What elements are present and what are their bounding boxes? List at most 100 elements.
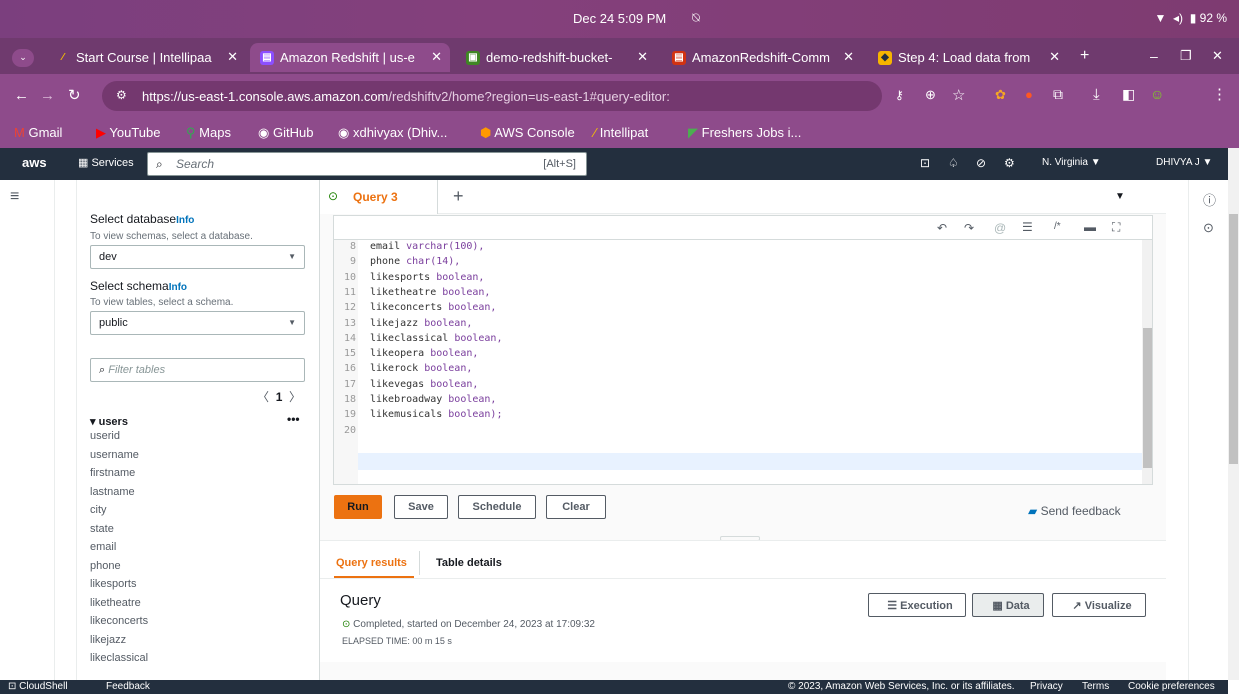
feedback-link[interactable]: Feedback xyxy=(106,681,150,692)
next-page-icon[interactable]: 〉 xyxy=(289,390,301,404)
column-item[interactable]: phone xyxy=(90,560,121,572)
send-feedback-link[interactable]: ▰ Send feedback xyxy=(1028,504,1121,518)
minimize-icon[interactable]: – xyxy=(1150,48,1158,64)
editor-scrollbar[interactable] xyxy=(1142,240,1152,484)
profile-avatar[interactable]: ☺ xyxy=(1150,86,1164,102)
notifications-off-icon[interactable]: ⍉ xyxy=(692,10,700,26)
search-input[interactable]: ⌕ Search [Alt+S] xyxy=(147,152,587,176)
info-link[interactable]: Info xyxy=(176,215,194,226)
notifications-bell-icon[interactable]: ♤ xyxy=(948,156,959,170)
bookmark-aws-console[interactable]: ⬢ AWS Console xyxy=(480,125,575,141)
filter-tables-input[interactable]: ⌕ Filter tables xyxy=(90,358,305,382)
column-item[interactable]: userid xyxy=(90,430,120,442)
code-line[interactable]: likeconcerts boolean, xyxy=(370,302,496,313)
close-tab-icon[interactable]: ✕ xyxy=(1049,49,1060,65)
code-line[interactable]: liketheatre boolean, xyxy=(370,287,490,298)
reload-icon[interactable]: ↻ xyxy=(68,86,81,104)
side-panel-icon[interactable]: ◧ xyxy=(1122,86,1135,103)
column-item[interactable]: likejazz xyxy=(90,634,126,646)
extensions-puzzle-icon[interactable]: ⧉ xyxy=(1053,86,1063,103)
tab-search-icon[interactable]: ⌄ xyxy=(12,49,34,67)
system-status[interactable]: ▼ ◂) ▮ 92 % xyxy=(1154,11,1227,25)
scrollbar-thumb[interactable] xyxy=(1143,328,1152,468)
browser-menu-icon[interactable]: ⋮ xyxy=(1212,85,1227,103)
cloudshell-icon[interactable]: ⊡ xyxy=(920,156,930,170)
restore-icon[interactable]: ❐ xyxy=(1180,48,1192,64)
download-icon[interactable]: ⤓ xyxy=(1093,86,1100,103)
data-button[interactable]: ▦ Data xyxy=(972,593,1044,617)
bookmark-github[interactable]: ◉ GitHub xyxy=(258,125,313,141)
cookie-preferences-link[interactable]: Cookie preferences xyxy=(1128,681,1215,692)
cloudshell-link[interactable]: ⊡ CloudShell xyxy=(8,681,68,692)
comment-icon[interactable]: /* xyxy=(1054,221,1061,232)
forward-icon[interactable]: → xyxy=(40,87,55,104)
bookmark-star-icon[interactable]: ☆ xyxy=(952,86,965,104)
code-line[interactable]: likerock boolean, xyxy=(370,363,472,374)
close-tab-icon[interactable]: ✕ xyxy=(843,49,854,65)
undo-icon[interactable]: ↶ xyxy=(937,221,947,235)
tab-s3-bucket[interactable]: ▣ demo-redshift-bucket- ✕ xyxy=(456,43,656,72)
column-item[interactable]: lastname xyxy=(90,486,135,498)
redo-icon[interactable]: ↷ xyxy=(964,221,974,235)
info-circle-icon[interactable]: ⓘ xyxy=(1203,190,1216,209)
more-actions-icon[interactable]: ••• xyxy=(287,412,300,426)
privacy-link[interactable]: Privacy xyxy=(1030,681,1063,692)
bookmark-maps[interactable]: ⚲ Maps xyxy=(186,125,231,141)
bookmark-gmail[interactable]: M Gmail xyxy=(14,125,62,140)
at-icon[interactable]: @ xyxy=(994,221,1006,235)
tab-menu-caret-icon[interactable]: ▼ xyxy=(1115,191,1125,202)
settings-gear-icon[interactable]: ⚙ xyxy=(1004,156,1015,170)
bookmark-intellipat[interactable]: ⁄ Intellipat xyxy=(594,125,648,140)
column-item[interactable]: city xyxy=(90,504,107,516)
services-menu[interactable]: ▦ Services xyxy=(78,156,134,169)
bookmark-youtube[interactable]: ▶ YouTube xyxy=(96,125,160,141)
bookmark-freshers-jobs[interactable]: ◤ Freshers Jobs i... xyxy=(688,125,801,141)
account-menu[interactable]: DHIVYA J ▼ xyxy=(1156,157,1212,168)
code-line[interactable] xyxy=(370,425,376,436)
format-icon[interactable]: ☰ xyxy=(1022,220,1033,234)
schema-select[interactable]: public ▼ xyxy=(90,311,305,335)
aws-logo[interactable]: aws xyxy=(22,155,47,170)
extension-icon[interactable]: ✿ xyxy=(995,87,1006,103)
zoom-icon[interactable]: ⊕ xyxy=(925,87,936,103)
code-line[interactable]: email varchar(100), xyxy=(370,241,484,252)
terms-link[interactable]: Terms xyxy=(1082,681,1109,692)
column-item[interactable]: liketheatre xyxy=(90,597,141,609)
region-selector[interactable]: N. Virginia ▼ xyxy=(1042,157,1101,168)
code-line[interactable]: likebroadway boolean, xyxy=(370,394,496,405)
back-icon[interactable]: ← xyxy=(14,87,29,104)
tab-redshift-comm[interactable]: ▤ AmazonRedshift-Comm ✕ xyxy=(662,43,862,72)
tab-intellipaat[interactable]: ⁄ Start Course | Intellipaa ✕ xyxy=(46,43,246,72)
fullscreen-icon[interactable]: ⛶ xyxy=(1112,220,1120,235)
close-window-icon[interactable]: ✕ xyxy=(1212,48,1223,64)
code-line[interactable]: likevegas boolean, xyxy=(370,379,478,390)
visualize-button[interactable]: ↗ Visualize xyxy=(1052,593,1146,617)
history-clock-icon[interactable]: ⊙ xyxy=(1203,220,1214,236)
code-line[interactable]: likejazz boolean, xyxy=(370,318,472,329)
code-line[interactable]: likeopera boolean, xyxy=(370,348,478,359)
code-line[interactable]: phone char(14), xyxy=(370,256,460,267)
page-scrollbar[interactable] xyxy=(1228,148,1239,680)
column-item[interactable]: email xyxy=(90,541,116,553)
extension-shield-icon[interactable]: ● xyxy=(1025,87,1033,102)
sql-code-editor[interactable]: 8 email varchar(100), 9 phone char(14), 10 li… xyxy=(333,240,1153,485)
close-tab-icon[interactable]: ✕ xyxy=(431,49,442,65)
tab-query-results[interactable]: Query results xyxy=(336,557,407,569)
column-item[interactable]: state xyxy=(90,523,114,535)
save-button[interactable]: Save xyxy=(394,495,448,519)
clear-button[interactable]: Clear xyxy=(546,495,606,519)
code-line[interactable]: likemusicals boolean); xyxy=(370,409,502,420)
current-page[interactable]: 1 xyxy=(276,390,283,404)
column-item[interactable]: likesports xyxy=(90,578,136,590)
tab-redshift[interactable]: ▤ Amazon Redshift | us-e ✕ xyxy=(250,43,450,72)
keyboard-icon[interactable]: ▬ xyxy=(1084,220,1096,234)
table-node-users[interactable]: ▾ users xyxy=(90,415,128,428)
tab-query-3[interactable]: ⊙ Query 3 xyxy=(320,180,438,214)
bookmark-xdhivyax[interactable]: ◉ xdhivyax (Dhiv... xyxy=(338,125,447,141)
schedule-button[interactable]: Schedule xyxy=(458,495,536,519)
site-info-icon[interactable]: ⚙ xyxy=(116,88,127,102)
new-tab-icon[interactable]: + xyxy=(1080,47,1089,65)
execution-button[interactable]: ☰ Execution xyxy=(868,593,966,617)
code-line[interactable]: likeclassical boolean, xyxy=(370,333,502,344)
page-scrollbar-thumb[interactable] xyxy=(1229,214,1238,464)
